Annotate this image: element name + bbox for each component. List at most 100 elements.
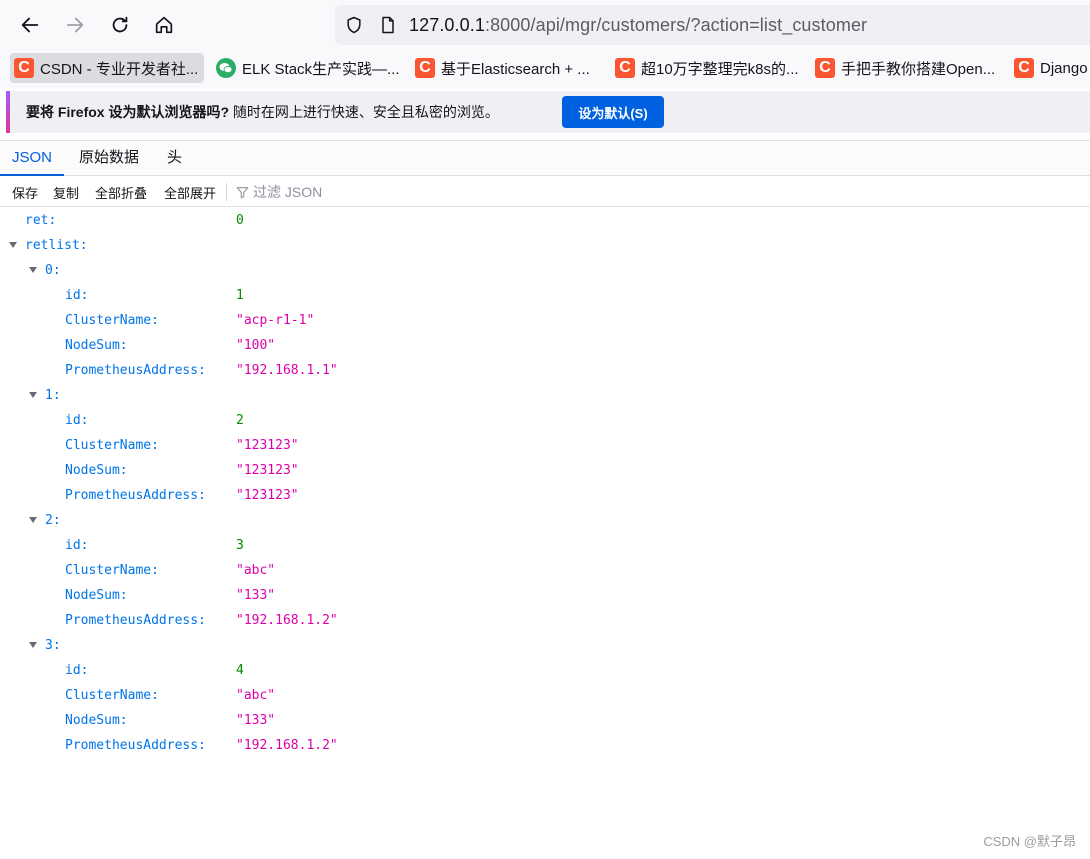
json-key: id: — [65, 413, 89, 428]
json-row-field[interactable]: ClusterName: "123123" — [0, 433, 1090, 458]
json-row-retlist[interactable]: retlist: — [0, 233, 1090, 258]
expand-toggle-icon[interactable] — [29, 392, 37, 398]
json-value: 2 — [236, 413, 244, 428]
json-row-ret[interactable]: ret: 0 — [0, 208, 1090, 233]
bookmark-django[interactable]: C Django — [1010, 53, 1090, 83]
json-row-field[interactable]: NodeSum: "133" — [0, 708, 1090, 733]
json-row-index[interactable]: 1: — [0, 383, 1090, 408]
json-row-field[interactable]: ClusterName: "acp-r1-1" — [0, 308, 1090, 333]
json-key: id: — [65, 538, 89, 553]
home-icon — [155, 16, 173, 34]
notification-brand: Firefox — [57, 104, 105, 120]
expand-all-button[interactable]: 全部展开 — [164, 183, 216, 202]
json-row-field[interactable]: id: 3 — [0, 533, 1090, 558]
notification-message: 要将 Firefox 设为默认浏览器吗? 随时在网上进行快速、安全且私密的浏览。 — [26, 102, 499, 122]
json-row-index[interactable]: 0: — [0, 258, 1090, 283]
tab-headers[interactable]: 头 — [155, 141, 194, 176]
json-row-field[interactable]: NodeSum: "123123" — [0, 458, 1090, 483]
json-value: "acp-r1-1" — [236, 313, 315, 328]
json-key: NodeSum: — [65, 713, 128, 728]
json-value: "192.168.1.1" — [236, 363, 338, 378]
bookmark-elasticsearch[interactable]: C 基于Elasticsearch + ... — [411, 53, 596, 83]
address-bar[interactable]: 127.0.0.1:8000/api/mgr/customers/?action… — [335, 5, 1090, 45]
json-row-field[interactable]: NodeSum: "100" — [0, 333, 1090, 358]
json-index-key: 3: — [45, 638, 61, 653]
json-row-index[interactable]: 3: — [0, 633, 1090, 658]
json-value: 3 — [236, 538, 244, 553]
navigation-bar: 127.0.0.1:8000/api/mgr/customers/?action… — [0, 0, 1090, 50]
json-row-field[interactable]: ClusterName: "abc" — [0, 683, 1090, 708]
save-button[interactable]: 保存 — [12, 183, 38, 202]
tab-raw-data[interactable]: 原始数据 — [67, 141, 151, 176]
home-button[interactable] — [148, 9, 180, 41]
json-value: "192.168.1.2" — [236, 613, 338, 628]
json-key: NodeSum: — [65, 338, 128, 353]
bookmarks-toolbar: C CSDN - 专业开发者社... ELK Stack生产实践—... C 基… — [0, 50, 1090, 88]
json-key: NodeSum: — [65, 588, 128, 603]
json-row-field[interactable]: id: 2 — [0, 408, 1090, 433]
notification-question: 设为默认浏览器吗? — [104, 104, 230, 120]
wechat-icon — [216, 58, 236, 78]
json-row-field[interactable]: ClusterName: "abc" — [0, 558, 1090, 583]
bookmark-k8s[interactable]: C 超10万字整理完k8s的... — [611, 53, 805, 83]
back-button[interactable] — [14, 9, 46, 41]
json-key: ClusterName: — [65, 438, 159, 453]
expand-toggle-icon[interactable] — [29, 517, 37, 523]
json-row-field[interactable]: id: 4 — [0, 658, 1090, 683]
default-browser-notification: 要将 Firefox 设为默认浏览器吗? 随时在网上进行快速、安全且私密的浏览。… — [6, 91, 1090, 133]
filter-icon — [236, 186, 249, 198]
json-row-field[interactable]: NodeSum: "133" — [0, 583, 1090, 608]
json-key: PrometheusAddress: — [65, 613, 206, 628]
json-row-field[interactable]: PrometheusAddress: "192.168.1.1" — [0, 358, 1090, 383]
json-row-field[interactable]: PrometheusAddress: "192.168.1.2" — [0, 608, 1090, 633]
json-value: "133" — [236, 713, 276, 728]
filter-json-input[interactable]: 过滤 JSON — [236, 182, 322, 202]
copy-button[interactable]: 复制 — [53, 183, 79, 202]
json-row-field[interactable]: PrometheusAddress: "123123" — [0, 483, 1090, 508]
url-host: 127.0.0.1 — [409, 14, 485, 35]
notification-detail: 随时在网上进行快速、安全且私密的浏览。 — [229, 104, 499, 120]
back-arrow-icon — [21, 17, 39, 33]
json-value: "123123" — [236, 463, 299, 478]
forward-button[interactable] — [59, 9, 91, 41]
bookmark-csdn[interactable]: C CSDN - 专业开发者社... — [10, 53, 205, 83]
expand-toggle-icon[interactable] — [9, 242, 17, 248]
shield-icon[interactable] — [343, 14, 365, 36]
json-value: "123123" — [236, 438, 299, 453]
json-row-field[interactable]: id: 1 — [0, 283, 1090, 308]
filter-placeholder: 过滤 JSON — [253, 184, 323, 200]
bookmark-label: CSDN - 专业开发者社... — [40, 60, 199, 78]
json-value: 4 — [236, 663, 244, 678]
reload-button[interactable] — [104, 9, 136, 41]
bookmark-label: ELK Stack生产实践—... — [242, 60, 400, 78]
json-key: PrometheusAddress: — [65, 363, 206, 378]
bookmark-open[interactable]: C 手把手教你搭建Open... — [811, 53, 1001, 83]
expand-toggle-icon[interactable] — [29, 267, 37, 273]
json-key: ret: — [25, 213, 57, 228]
page-icon[interactable] — [377, 14, 399, 36]
json-key: ClusterName: — [65, 563, 159, 578]
toolbar-divider — [226, 183, 227, 201]
json-row-field[interactable]: PrometheusAddress: "192.168.1.2" — [0, 733, 1090, 758]
expand-toggle-icon[interactable] — [29, 642, 37, 648]
json-key: retlist: — [25, 238, 88, 253]
url-text[interactable]: 127.0.0.1:8000/api/mgr/customers/?action… — [409, 15, 867, 36]
collapse-all-button[interactable]: 全部折叠 — [95, 183, 147, 202]
json-key: PrometheusAddress: — [65, 738, 206, 753]
json-key: id: — [65, 663, 89, 678]
retlist-items: 0: id: 1 ClusterName: "acp-r1-1" NodeSum: "100… — [0, 258, 1090, 758]
json-index-key: 0: — [45, 263, 61, 278]
csdn-icon: C — [815, 58, 835, 78]
json-key: ClusterName: — [65, 688, 159, 703]
bookmark-label: 手把手教你搭建Open... — [841, 60, 996, 78]
json-row-index[interactable]: 2: — [0, 508, 1090, 533]
bookmark-elk-stack[interactable]: ELK Stack生产实践—... — [212, 53, 406, 83]
set-default-button[interactable]: 设为默认(S) — [562, 96, 664, 128]
json-value: "abc" — [236, 563, 276, 578]
bookmark-label: Django — [1040, 59, 1088, 77]
watermark: CSDN @默子昂 — [983, 834, 1076, 849]
json-index-key: 2: — [45, 513, 61, 528]
json-value: 0 — [236, 213, 244, 228]
tab-json[interactable]: JSON — [0, 141, 65, 176]
json-toolbar: 保存 复制 全部折叠 全部展开 过滤 JSON — [0, 176, 1090, 207]
